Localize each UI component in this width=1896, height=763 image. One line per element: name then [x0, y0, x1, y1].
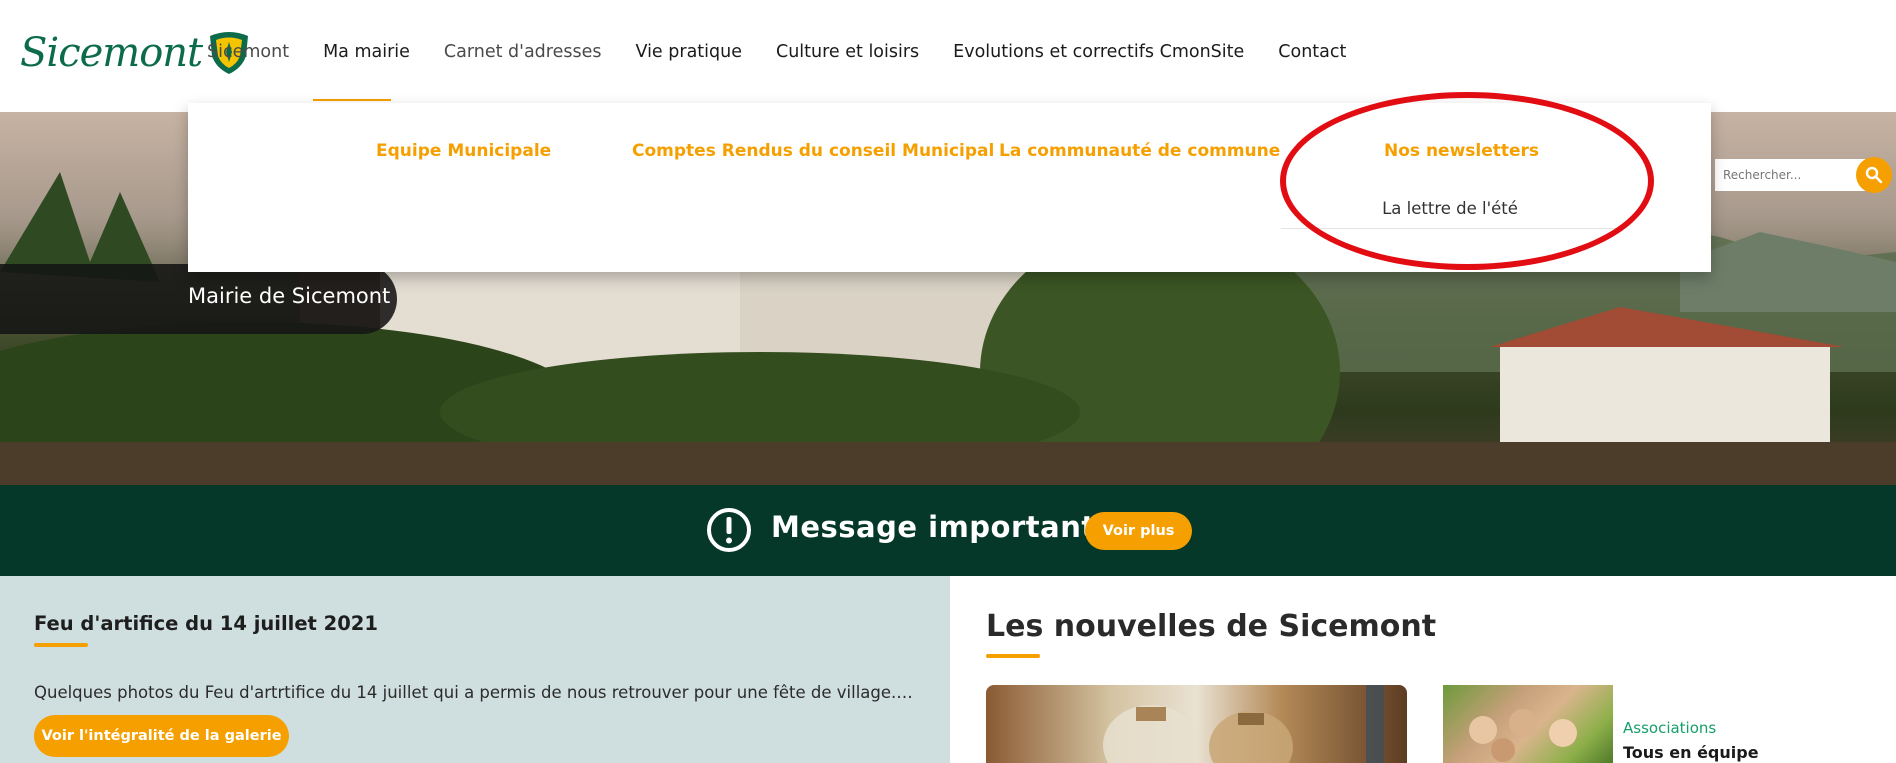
active-nav-indicator [313, 99, 391, 101]
view-gallery-button[interactable]: Voir l'intégralité de la galerie [34, 715, 289, 757]
logo-text: Sicemont [20, 30, 203, 76]
news-section-title: Les nouvelles de Sicemont [986, 609, 1437, 644]
nav-item-evolutions[interactable]: Evolutions et correctifs CmonSite [953, 42, 1244, 62]
menu-subitem-lettre-ete[interactable]: La lettre de l'été [1281, 199, 1619, 229]
search-box [1711, 157, 1896, 193]
message-text: Message important [771, 510, 1096, 544]
gallery-panel: Feu d'artifice du 14 juillet 2021 Quelqu… [0, 576, 950, 763]
jars-photo [1103, 685, 1384, 763]
search-input[interactable] [1715, 159, 1865, 191]
nav-item-carnet-adresses[interactable]: Carnet d'adresses [444, 42, 602, 62]
group-photo [1469, 709, 1577, 762]
gallery-title: Feu d'artifice du 14 juillet 2021 [34, 612, 378, 635]
news-featured-image[interactable] [986, 685, 1407, 763]
hero-title-box: Mairie de Sicemont [0, 264, 397, 334]
mairie-dropdown-menu: Equipe Municipale Comptes Rendus du cons… [188, 103, 1711, 272]
nav-item-contact[interactable]: Contact [1278, 42, 1346, 62]
page: Mairie de Sicemont Sicemont Sicemont Ma … [0, 0, 1896, 763]
gallery-excerpt: Quelques photos du Feu d'artrtifice du 1… [34, 683, 913, 702]
nav-item-vie-pratique[interactable]: Vie pratique [635, 42, 742, 62]
menu-item-comptes-rendus[interactable]: Comptes Rendus du conseil Municipal [632, 141, 994, 161]
hero-title: Mairie de Sicemont [188, 284, 391, 308]
menu-item-nos-newsletters[interactable]: Nos newsletters [1384, 141, 1539, 161]
nav-item-ma-mairie[interactable]: Ma mairie [323, 42, 410, 62]
news-title-underline [986, 654, 1040, 658]
news-item-category[interactable]: Associations [1623, 719, 1716, 737]
news-panel: Les nouvelles de Sicemont Associations T… [950, 576, 1896, 763]
menu-item-equipe-municipale[interactable]: Equipe Municipale [376, 141, 551, 161]
voir-plus-button[interactable]: Voir plus [1085, 512, 1192, 550]
nav-item-sicemont[interactable]: Sicemont [207, 42, 289, 62]
news-item-title[interactable]: Tous en équipe [1623, 743, 1759, 762]
main-nav: Sicemont Ma mairie Carnet d'adresses Vie… [190, 42, 1363, 62]
important-message-band: Message important Voir plus [0, 485, 1896, 576]
search-button[interactable] [1856, 157, 1892, 193]
exclamation-circle-icon [707, 508, 751, 552]
gallery-title-underline [34, 643, 88, 647]
menu-item-communaute-commune[interactable]: La communauté de commune [999, 141, 1280, 161]
news-item-thumbnail[interactable] [1443, 685, 1613, 763]
site-header: Sicemont Sicemont Ma mairie Carnet d'adr… [0, 0, 1896, 112]
nav-item-culture-loisirs[interactable]: Culture et loisirs [776, 42, 919, 62]
search-icon [1865, 166, 1883, 184]
